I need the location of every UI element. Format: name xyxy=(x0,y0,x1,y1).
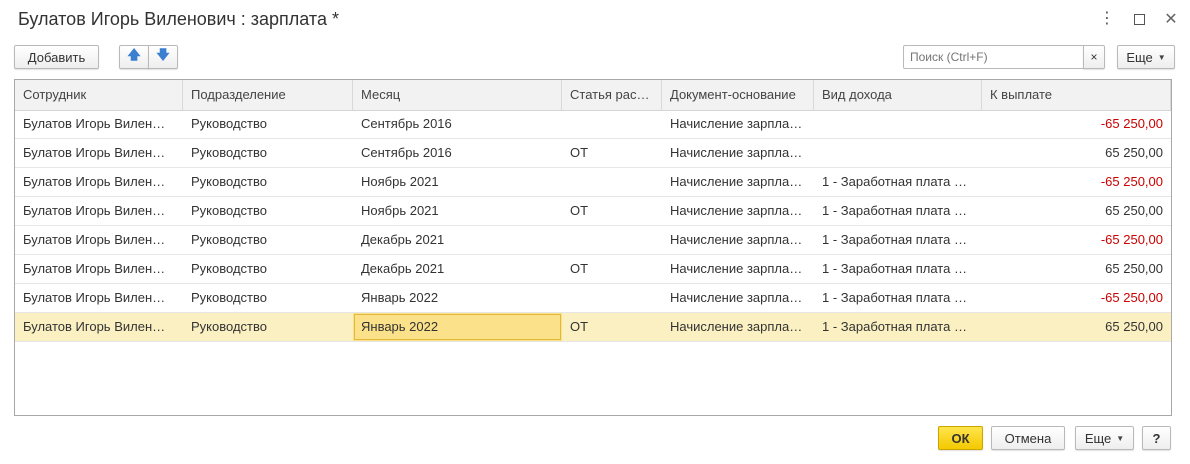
cell-document[interactable]: Начисление зарпла… xyxy=(662,168,814,196)
search-input[interactable] xyxy=(903,45,1093,69)
cell-amount[interactable]: 65 250,00 xyxy=(982,255,1171,283)
more-label: Еще xyxy=(1126,49,1153,65)
search-clear-button[interactable]: × xyxy=(1083,45,1105,69)
cell-amount[interactable]: 65 250,00 xyxy=(982,139,1171,167)
column-header-income-type[interactable]: Вид дохода xyxy=(814,80,982,110)
cell-amount[interactable]: 65 250,00 xyxy=(982,197,1171,225)
dialog-footer: ОК Отмена Еще ▼ ? xyxy=(0,426,1190,454)
cell-month[interactable]: Ноябрь 2021 xyxy=(353,197,562,225)
column-header-document[interactable]: Документ-основание xyxy=(662,80,814,110)
table-header: Сотрудник Подразделение Месяц Статья рас… xyxy=(15,80,1171,111)
cell-department[interactable]: Руководство xyxy=(183,226,353,254)
cell-document[interactable]: Начисление зарпла… xyxy=(662,255,814,283)
arrow-down-icon: 🡇 xyxy=(156,47,170,62)
cell-department[interactable]: Руководство xyxy=(183,255,353,283)
table-row[interactable]: Булатов Игорь Вилен… Руководство Ноябрь 20… xyxy=(15,168,1171,197)
table-row[interactable]: Булатов Игорь Вилен… Руководство Сентябрь … xyxy=(15,139,1171,168)
cell-income-type[interactable]: 1 - Заработная плата … xyxy=(814,168,982,196)
cell-income-type[interactable]: 1 - Заработная плата … xyxy=(814,226,982,254)
maximize-icon[interactable] xyxy=(1132,10,1146,28)
cell-document[interactable]: Начисление зарпла… xyxy=(662,226,814,254)
close-icon[interactable]: ✕ xyxy=(1164,10,1178,28)
cell-month[interactable]: Сентябрь 2016 xyxy=(353,110,562,138)
cell-department[interactable]: Руководство xyxy=(183,168,353,196)
cell-department[interactable]: Руководство xyxy=(183,313,353,341)
cell-employee[interactable]: Булатов Игорь Вилен… xyxy=(15,313,183,341)
arrow-up-icon: 🡅 xyxy=(127,47,141,62)
move-up-button[interactable]: 🡅 xyxy=(119,45,149,69)
cell-employee[interactable]: Булатов Игорь Вилен… xyxy=(15,284,183,312)
cell-employee[interactable]: Булатов Игорь Вилен… xyxy=(15,168,183,196)
add-button[interactable]: Добавить xyxy=(14,45,99,69)
cell-month[interactable]: Ноябрь 2021 xyxy=(353,168,562,196)
cell-article[interactable] xyxy=(562,110,662,138)
cell-amount[interactable]: -65 250,00 xyxy=(982,168,1171,196)
window-title: Булатов Игорь Виленович : зарплата * xyxy=(18,9,339,29)
chevron-down-icon: ▼ xyxy=(1157,52,1166,62)
help-button[interactable]: ? xyxy=(1142,426,1171,450)
cell-amount[interactable]: -65 250,00 xyxy=(982,110,1171,138)
cell-income-type[interactable]: 1 - Заработная плата … xyxy=(814,313,982,341)
cell-income-type[interactable]: 1 - Заработная плата … xyxy=(814,255,982,283)
cell-employee[interactable]: Булатов Игорь Вилен… xyxy=(15,255,183,283)
column-header-amount[interactable]: К выплате xyxy=(982,80,1171,110)
salary-table[interactable]: Сотрудник Подразделение Месяц Статья рас… xyxy=(14,79,1172,416)
cell-amount[interactable]: -65 250,00 xyxy=(982,226,1171,254)
cell-income-type[interactable]: 1 - Заработная плата … xyxy=(814,197,982,225)
cell-employee[interactable]: Булатов Игорь Вилен… xyxy=(15,110,183,138)
cell-document[interactable]: Начисление зарпла… xyxy=(662,139,814,167)
toolbar: Добавить 🡅 🡇 × Еще ▼ xyxy=(14,45,1176,71)
cell-document[interactable]: Начисление зарпла… xyxy=(662,284,814,312)
table-row[interactable]: Булатов Игорь Вилен… Руководство Декабрь 2… xyxy=(15,255,1171,284)
cell-department[interactable]: Руководство xyxy=(183,110,353,138)
ok-button[interactable]: ОК xyxy=(938,426,983,450)
cell-document[interactable]: Начисление зарпла… xyxy=(662,197,814,225)
cell-article[interactable]: ОТ xyxy=(562,255,662,283)
footer-more-button[interactable]: Еще ▼ xyxy=(1075,426,1134,450)
cell-article[interactable] xyxy=(562,226,662,254)
cell-month[interactable]: Декабрь 2021 xyxy=(353,255,562,283)
table-row[interactable]: Булатов Игорь Вилен… Руководство Январь 20… xyxy=(15,313,1171,342)
cell-month[interactable]: Сентябрь 2016 xyxy=(353,139,562,167)
cell-department[interactable]: Руководство xyxy=(183,197,353,225)
table-row[interactable]: Булатов Игорь Вилен… Руководство Декабрь 2… xyxy=(15,226,1171,255)
cell-article[interactable] xyxy=(562,168,662,196)
chevron-down-icon: ▼ xyxy=(1116,433,1125,443)
cell-department[interactable]: Руководство xyxy=(183,139,353,167)
cell-month[interactable]: Январь 2022 xyxy=(353,313,562,341)
cell-employee[interactable]: Булатов Игорь Вилен… xyxy=(15,226,183,254)
table-row[interactable]: Булатов Игорь Вилен… Руководство Январь 20… xyxy=(15,284,1171,313)
title-bar: Булатов Игорь Виленович : зарплата * ⋮ ✕ xyxy=(0,0,1190,40)
cell-employee[interactable]: Булатов Игорь Вилен… xyxy=(15,197,183,225)
more-button[interactable]: Еще ▼ xyxy=(1117,45,1175,69)
cell-article[interactable]: ОТ xyxy=(562,197,662,225)
cell-income-type[interactable]: 1 - Заработная плата … xyxy=(814,284,982,312)
cell-month[interactable]: Декабрь 2021 xyxy=(353,226,562,254)
cell-income-type[interactable] xyxy=(814,139,982,167)
cell-department[interactable]: Руководство xyxy=(183,284,353,312)
cell-document[interactable]: Начисление зарпла… xyxy=(662,110,814,138)
cell-employee[interactable]: Булатов Игорь Вилен… xyxy=(15,139,183,167)
column-header-month[interactable]: Месяц xyxy=(353,80,562,110)
table-row[interactable]: Булатов Игорь Вилен… Руководство Сентябрь … xyxy=(15,110,1171,139)
cell-article[interactable]: ОТ xyxy=(562,313,662,341)
cell-amount[interactable]: 65 250,00 xyxy=(982,313,1171,341)
move-down-button[interactable]: 🡇 xyxy=(148,45,178,69)
cell-document[interactable]: Начисление зарпла… xyxy=(662,313,814,341)
more-vertical-icon[interactable]: ⋮ xyxy=(1099,10,1115,28)
cell-article[interactable] xyxy=(562,284,662,312)
column-header-article[interactable]: Статья рас… xyxy=(562,80,662,110)
column-header-employee[interactable]: Сотрудник xyxy=(15,80,183,110)
cell-income-type[interactable] xyxy=(814,110,982,138)
cell-article[interactable]: ОТ xyxy=(562,139,662,167)
cell-month[interactable]: Январь 2022 xyxy=(353,284,562,312)
column-header-department[interactable]: Подразделение xyxy=(183,80,353,110)
cell-amount[interactable]: -65 250,00 xyxy=(982,284,1171,312)
cancel-button[interactable]: Отмена xyxy=(991,426,1065,450)
footer-more-label: Еще xyxy=(1084,430,1112,446)
table-row[interactable]: Булатов Игорь Вилен… Руководство Ноябрь 20… xyxy=(15,197,1171,226)
